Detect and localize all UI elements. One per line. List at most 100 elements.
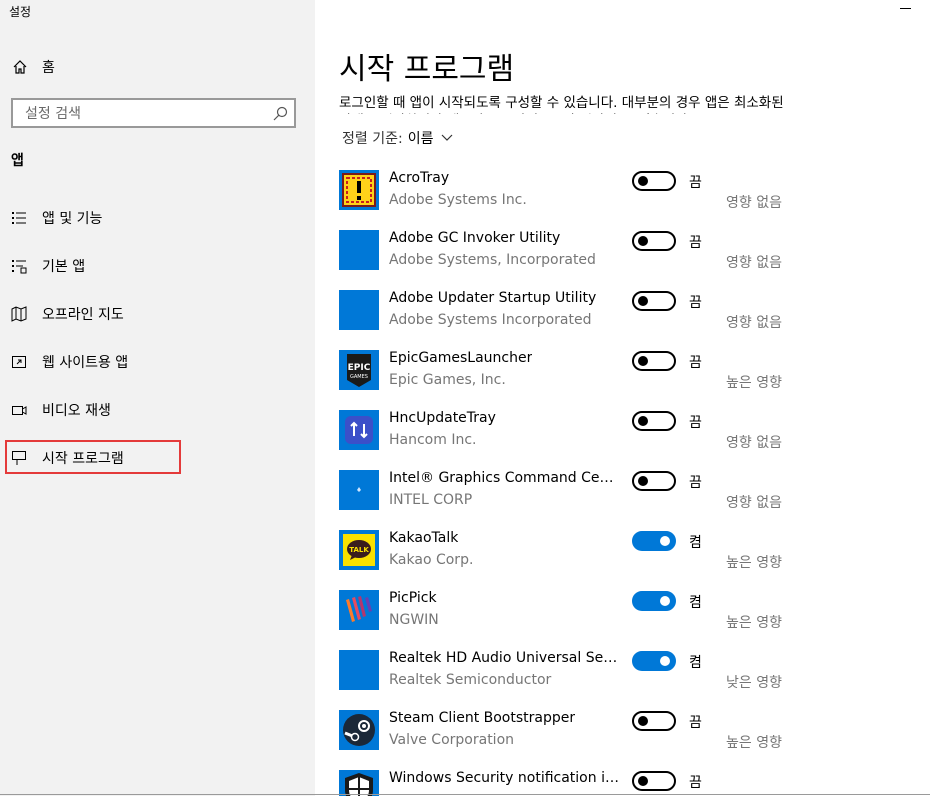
startup-impact: 영향 없음 [726, 435, 782, 451]
app-name: Adobe GC Invoker Utility [389, 230, 561, 246]
startup-toggle[interactable] [632, 591, 676, 611]
toggle-state-label: 끔 [689, 355, 702, 371]
toggle-knob [638, 716, 648, 726]
page-title: 시작 프로그램 [339, 44, 523, 88]
toggle-state-label: 켬 [689, 595, 702, 611]
startup-toggle[interactable] [632, 471, 676, 491]
app-name: HncUpdateTray [389, 410, 496, 426]
acrotray-icon [339, 170, 379, 210]
toggle-knob [660, 656, 670, 666]
hnc-update-icon [339, 410, 379, 450]
sidebar-item-startup[interactable]: 시작 프로그램 [10, 446, 270, 470]
toggle-knob [660, 596, 670, 606]
toggle-knob [638, 296, 648, 306]
startup-toggle[interactable] [632, 711, 676, 731]
search-icon[interactable] [272, 106, 288, 122]
intel-graphics-icon [339, 470, 379, 510]
app-publisher: Valve Corporation [389, 732, 515, 748]
toggle-state-label: 켬 [689, 655, 702, 671]
sidebar-item-video-playback[interactable]: 비디오 재생 [10, 398, 270, 422]
app-publisher: Hancom Inc. [389, 432, 477, 448]
settings-search-input[interactable] [23, 104, 267, 124]
startup-toggle[interactable] [632, 231, 676, 251]
startup-app-row: Intel® Graphics Command Center… INTEL CO… [339, 470, 919, 530]
sort-prefix: 정렬 기준: [342, 131, 403, 147]
picpick-icon [339, 590, 379, 630]
window-title: 설정 [9, 5, 32, 19]
page-description: 로그인할 때 앱이 시작되도록 구성할 수 있습니다. 대부분의 경우 앱은 최… [339, 95, 784, 114]
startup-impact: 높은 영향 [726, 555, 782, 571]
startup-impact: 영향 없음 [726, 495, 782, 511]
sidebar: 설정 홈 앱 앱 및 기능 [0, 0, 315, 796]
startup-toggle[interactable] [632, 411, 676, 431]
startup-icon [10, 449, 28, 467]
toggle-state-label: 끔 [689, 295, 702, 311]
startup-toggle[interactable] [632, 351, 676, 371]
sidebar-item-apps-for-websites[interactable]: 웹 사이트용 앱 [10, 350, 270, 374]
sidebar-item-default-apps[interactable]: 기본 앱 [10, 254, 270, 278]
apps-for-websites-icon [10, 353, 28, 371]
epic-logo-subtext: GAMES [350, 374, 368, 380]
startup-toggle[interactable] [632, 291, 676, 311]
toggle-state-label: 끔 [689, 235, 702, 251]
minimize-button[interactable] [900, 0, 912, 10]
toggle-state-label: 켬 [689, 535, 702, 551]
startup-impact: 영향 없음 [726, 315, 782, 331]
toggle-state-label: 끔 [689, 175, 702, 191]
app-name: Realtek HD Audio Universal Service [389, 650, 619, 666]
epic-games-icon: EPIC GAMES [339, 350, 379, 390]
app-publisher: NGWIN [389, 612, 439, 628]
window-bottom-border [0, 794, 930, 795]
startup-app-row: Adobe GC Invoker Utility Adobe Systems, … [339, 230, 919, 290]
sidebar-item-apps-features[interactable]: 앱 및 기능 [10, 206, 270, 230]
sidebar-item-offline-maps[interactable]: 오프라인 지도 [10, 302, 270, 326]
settings-search-box[interactable] [11, 98, 296, 128]
toggle-state-label: 끔 [689, 415, 702, 431]
blank-app-icon [339, 290, 379, 330]
sidebar-item-label: 앱 및 기능 [42, 211, 103, 227]
app-name: KakaoTalk [389, 530, 459, 546]
app-name: Adobe Updater Startup Utility [389, 290, 597, 306]
startup-app-row: PicPick NGWIN 켬 높은 영향 [339, 590, 919, 650]
startup-app-row: EPIC GAMES EpicGamesLauncher Epic Games,… [339, 350, 919, 410]
sidebar-item-label: 비디오 재생 [42, 403, 111, 419]
sort-dropdown[interactable]: 정렬 기준: 이름 [342, 128, 453, 148]
startup-app-row: Windows Security notification icon 끔 [339, 770, 919, 796]
steam-icon [339, 710, 379, 750]
default-apps-icon [10, 257, 28, 275]
apps-features-icon [10, 209, 28, 227]
main-content: 시작 프로그램 로그인할 때 앱이 시작되도록 구성할 수 있습니다. 대부분의… [315, 0, 930, 796]
sidebar-item-label: 웹 사이트용 앱 [42, 355, 129, 371]
app-name: Steam Client Bootstrapper [389, 710, 576, 726]
app-name: Intel® Graphics Command Center… [389, 470, 619, 486]
app-name: AcroTray [389, 170, 450, 186]
blank-app-icon [339, 650, 379, 690]
windows-security-icon [339, 770, 379, 796]
app-name: EpicGamesLauncher [389, 350, 533, 366]
startup-impact: 높은 영향 [726, 375, 782, 391]
startup-app-row: HncUpdateTray Hancom Inc. 끔 영향 없음 [339, 410, 919, 470]
video-playback-icon [10, 401, 28, 419]
toggle-knob [638, 176, 648, 186]
app-name: Windows Security notification icon [389, 770, 619, 786]
app-publisher: Adobe Systems Incorporated [389, 312, 592, 328]
toggle-knob [638, 776, 648, 786]
home-icon [13, 60, 27, 74]
startup-toggle[interactable] [632, 651, 676, 671]
nav-home[interactable]: 홈 [12, 57, 55, 77]
toggle-state-label: 끔 [689, 775, 702, 791]
startup-toggle[interactable] [632, 531, 676, 551]
startup-app-row: AcroTray Adobe Systems Inc. 끔 영향 없음 [339, 170, 919, 230]
toggle-knob [638, 416, 648, 426]
toggle-knob [638, 356, 648, 366]
toggle-knob [660, 536, 670, 546]
app-publisher: Kakao Corp. [389, 552, 474, 568]
startup-impact: 높은 영향 [726, 615, 782, 631]
startup-toggle[interactable] [632, 771, 676, 791]
toggle-state-label: 끔 [689, 715, 702, 731]
sort-value: 이름 [407, 131, 434, 147]
kakaotalk-icon: TALK [339, 530, 379, 570]
app-publisher: Adobe Systems Inc. [389, 192, 527, 208]
startup-toggle[interactable] [632, 171, 676, 191]
startup-app-row: Adobe Updater Startup Utility Adobe Syst… [339, 290, 919, 350]
